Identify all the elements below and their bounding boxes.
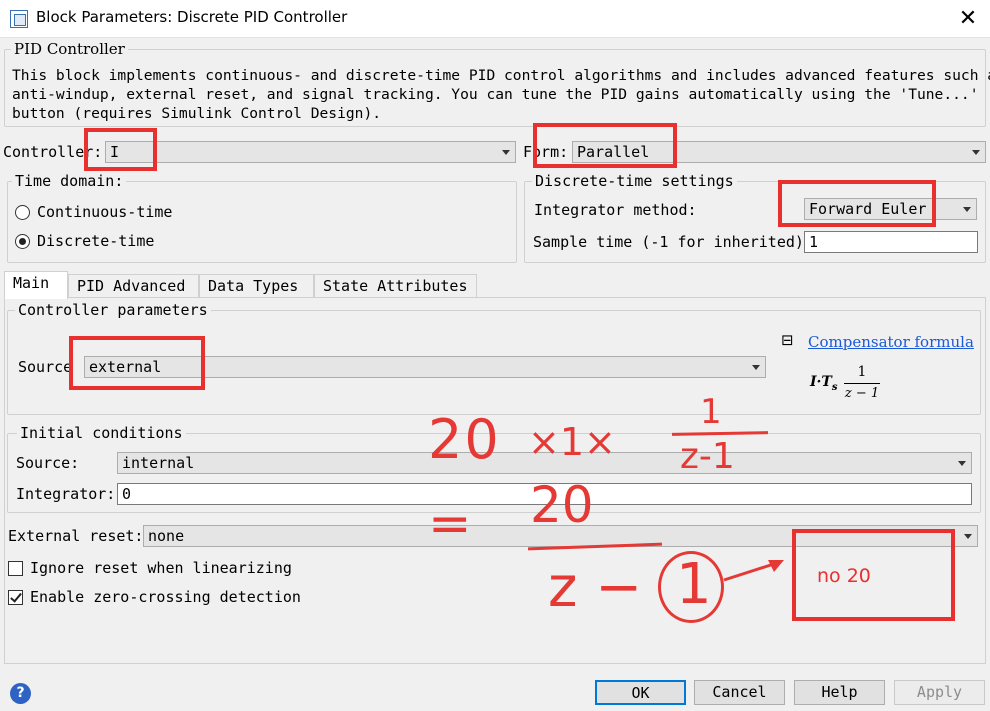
initial-source-label: Source: xyxy=(16,454,80,472)
sample-time-value: 1 xyxy=(809,233,819,251)
annotation-times: ×1× xyxy=(528,420,616,464)
form-dropdown[interactable]: Parallel xyxy=(572,141,986,163)
integrator-method-value: Forward Euler xyxy=(809,200,927,218)
formula-denominator: z − 1 xyxy=(844,386,880,401)
external-reset-label: External reset: xyxy=(8,527,144,545)
help-button[interactable]: Help xyxy=(794,680,885,705)
help-icon[interactable]: ? xyxy=(10,683,31,704)
sample-time-input[interactable]: 1 xyxy=(804,231,978,253)
integrator-ic-value: 0 xyxy=(122,485,132,503)
title-bar: Block Parameters: Discrete PID Controlle… xyxy=(0,0,990,38)
annotation-note: no 20 xyxy=(817,565,871,587)
block-parameters-icon xyxy=(10,10,28,28)
discrete-time-radio[interactable] xyxy=(15,234,30,249)
chevron-down-icon xyxy=(964,534,972,539)
controller-label: Controller: xyxy=(3,143,103,161)
collapse-icon[interactable]: ⊟ xyxy=(781,331,794,349)
tab-main[interactable]: Main xyxy=(4,271,68,299)
annotation-circled-one: 1 xyxy=(676,552,712,617)
initial-source-value: internal xyxy=(122,454,195,472)
annotation-twenty-2: 20 xyxy=(530,476,594,534)
annotation-z-minus: z − xyxy=(548,555,643,620)
controller-dropdown[interactable]: I xyxy=(105,141,516,163)
zero-crossing-label: Enable zero-crossing detection xyxy=(30,588,301,606)
integrator-method-label: Integrator method: xyxy=(534,201,697,219)
parameters-source-dropdown[interactable]: external xyxy=(84,356,766,378)
description-line-3: button (requires Simulink Control Design… xyxy=(12,105,382,122)
compensator-formula-link[interactable]: Compensator formula xyxy=(808,333,974,351)
description-line-1: This block implements continuous- and di… xyxy=(12,67,990,84)
ok-button[interactable]: OK xyxy=(595,680,686,705)
apply-button: Apply xyxy=(894,680,985,705)
window-title: Block Parameters: Discrete PID Controlle… xyxy=(36,8,348,26)
chevron-down-icon xyxy=(963,207,971,212)
time-domain-group xyxy=(7,181,517,263)
tab-pid-advanced[interactable]: PID Advanced xyxy=(68,274,199,298)
tab-data-types[interactable]: Data Types xyxy=(199,274,314,298)
tab-divider xyxy=(68,297,986,298)
initial-conditions-title: Initial conditions xyxy=(17,424,186,442)
chevron-down-icon xyxy=(502,150,510,155)
ignore-reset-checkbox[interactable] xyxy=(8,561,23,576)
discrete-time-settings-title: Discrete-time settings xyxy=(532,172,737,190)
form-value: Parallel xyxy=(577,143,650,161)
close-button[interactable]: ✕ xyxy=(954,5,982,33)
pid-controller-group-title: PID Controller xyxy=(11,40,128,58)
zero-crossing-checkbox[interactable] xyxy=(8,590,23,605)
description-line-2: anti-windup, external reset, and signal … xyxy=(12,86,979,103)
annotation-equals: = xyxy=(428,494,472,554)
parameters-source-label: Source xyxy=(18,358,73,376)
integrator-ic-label: Integrator: xyxy=(16,485,116,503)
time-domain-title: Time domain: xyxy=(12,172,127,190)
sample-time-label: Sample time (-1 for inherited): xyxy=(533,233,813,251)
continuous-time-radio[interactable] xyxy=(15,205,30,220)
cancel-button[interactable]: Cancel xyxy=(694,680,785,705)
annotation-z-minus-one: z-1 xyxy=(680,436,735,477)
controller-value: I xyxy=(110,143,120,161)
external-reset-value: none xyxy=(148,527,185,545)
formula-fraction-bar xyxy=(844,383,880,384)
ignore-reset-label: Ignore reset when linearizing xyxy=(30,559,292,577)
annotation-twenty: 20 xyxy=(428,408,501,471)
controller-parameters-title: Controller parameters xyxy=(15,301,211,319)
annotation-one: 1 xyxy=(700,392,722,432)
formula-gain: I·Ts xyxy=(810,374,838,393)
parameters-source-value: external xyxy=(89,358,162,376)
annotation-arrow xyxy=(723,560,784,582)
chevron-down-icon xyxy=(958,461,966,466)
formula-numerator: 1 xyxy=(857,364,867,380)
tab-state-attributes[interactable]: State Attributes xyxy=(314,274,477,298)
continuous-time-label: Continuous-time xyxy=(37,203,173,221)
form-label: Form: xyxy=(523,143,569,161)
integrator-method-dropdown[interactable]: Forward Euler xyxy=(804,198,977,220)
discrete-time-label: Discrete-time xyxy=(37,232,155,250)
chevron-down-icon xyxy=(752,365,760,370)
chevron-down-icon xyxy=(972,150,980,155)
